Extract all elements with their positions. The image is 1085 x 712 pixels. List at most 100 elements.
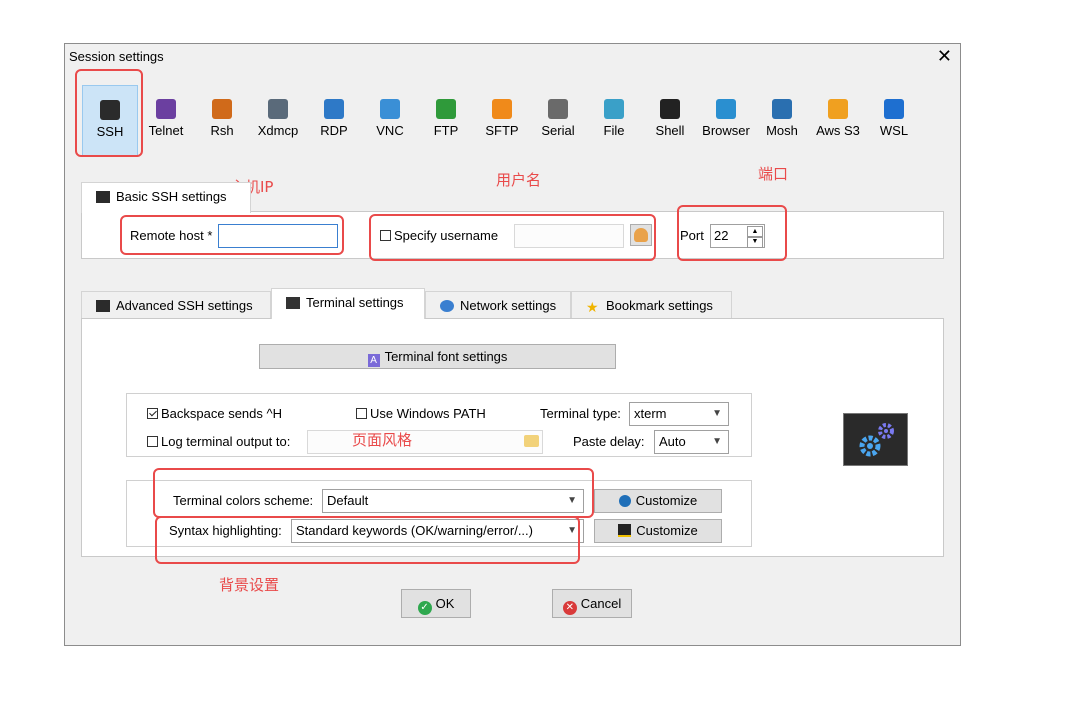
telnet-icon xyxy=(156,99,176,119)
ok-label: OK xyxy=(435,596,455,611)
tab-bookmark-settings[interactable]: ★ Bookmark settings xyxy=(571,291,732,319)
chevron-down-icon: ▼ xyxy=(712,436,722,447)
network-icon xyxy=(440,300,454,312)
protocol-browser[interactable]: Browser xyxy=(698,85,754,157)
chevron-down-icon: ▼ xyxy=(712,408,722,419)
protocol-ftp[interactable]: FTP xyxy=(418,85,474,157)
protocol-label: Aws S3 xyxy=(816,123,860,138)
protocol-label: SFTP xyxy=(485,123,519,138)
protocol-label: RDP xyxy=(320,123,348,138)
annotation-box-syntax xyxy=(155,516,580,564)
tab-basic-ssh-settings[interactable]: Basic SSH settings xyxy=(81,182,251,213)
sftp-icon xyxy=(492,99,512,119)
paste-delay-value: Auto xyxy=(659,434,686,449)
annotation-background: 背景设置 xyxy=(219,576,280,594)
windows-path-label: Use Windows PATH xyxy=(370,406,486,421)
paste-delay-select[interactable]: Auto ▼ xyxy=(654,430,729,454)
protocol-label: FTP xyxy=(433,123,459,138)
protocol-label: WSL xyxy=(879,123,909,138)
gear-icon xyxy=(859,423,894,457)
tab-label: Advanced SSH settings xyxy=(116,298,253,313)
font-button-label: Terminal font settings xyxy=(384,349,508,364)
protocol-telnet[interactable]: Telnet xyxy=(138,85,194,157)
key-icon xyxy=(96,191,110,203)
protocol-vnc[interactable]: VNC xyxy=(362,85,418,157)
terminal-type-label: Terminal type: xyxy=(540,406,621,421)
terminal-type-select[interactable]: xterm ▼ xyxy=(629,402,729,426)
paste-delay-label: Paste delay: xyxy=(573,434,645,449)
terminal-font-settings-button[interactable]: A Terminal font settings xyxy=(259,344,616,369)
protocol-aws-s3[interactable]: Aws S3 xyxy=(810,85,866,157)
cancel-icon: ✕ xyxy=(562,601,577,615)
annotation-box-username xyxy=(369,214,656,261)
log-output-label: Log terminal output to: xyxy=(161,434,291,449)
protocol-rdp[interactable]: RDP xyxy=(306,85,362,157)
tab-terminal-settings[interactable]: Terminal settings xyxy=(271,288,425,319)
protocol-mosh[interactable]: Mosh xyxy=(754,85,810,157)
protocol-label: Rsh xyxy=(210,123,234,138)
windows-path-checkbox[interactable]: Use Windows PATH xyxy=(356,406,486,421)
shell-icon xyxy=(660,99,680,119)
annotation-username: 用户名 xyxy=(496,171,542,189)
backspace-checkbox[interactable]: Backspace sends ^H xyxy=(147,406,282,421)
tab-label: Bookmark settings xyxy=(606,298,713,313)
ok-button[interactable]: ✓ OK xyxy=(401,589,471,618)
window-title: Session settings xyxy=(69,49,164,64)
cancel-label: Cancel xyxy=(580,596,622,611)
cancel-button[interactable]: ✕ Cancel xyxy=(552,589,632,618)
protocol-xdmcp[interactable]: Xdmcp xyxy=(250,85,306,157)
checkbox[interactable] xyxy=(356,408,367,419)
vnc-icon xyxy=(380,99,400,119)
protocol-shell[interactable]: Shell xyxy=(642,85,698,157)
customize-colors-button[interactable]: Customize xyxy=(594,489,722,513)
protocol-serial[interactable]: Serial xyxy=(530,85,586,157)
rsh-icon xyxy=(212,99,232,119)
font-icon: A xyxy=(367,354,380,367)
customize-label: Customize xyxy=(635,493,698,508)
terminal-icon xyxy=(286,297,300,309)
close-button[interactable]: ✕ xyxy=(937,46,952,66)
serial-icon xyxy=(548,99,568,119)
terminal-type-value: xterm xyxy=(634,406,667,421)
mosh-icon xyxy=(772,99,792,119)
palette-icon xyxy=(618,495,631,507)
protocol-label: Serial xyxy=(541,123,575,138)
rdp-icon xyxy=(324,99,344,119)
protocol-label: Mosh xyxy=(766,123,798,138)
tab-label: Basic SSH settings xyxy=(116,189,227,204)
protocol-label: Xdmcp xyxy=(257,123,299,138)
annotation-box-ssh xyxy=(75,69,143,157)
protocol-toolbar: SSH Telnet Rsh Xdmcp RDP VNC FTP SFTP Serial File… xyxy=(82,85,942,157)
tab-label: Terminal settings xyxy=(306,295,404,310)
tab-advanced-ssh-settings[interactable]: Advanced SSH settings xyxy=(81,291,271,319)
annotation-page-style: 页面风格 xyxy=(352,431,413,449)
protocol-label: Telnet xyxy=(148,123,184,138)
protocol-rsh[interactable]: Rsh xyxy=(194,85,250,157)
key-icon xyxy=(96,300,110,312)
backspace-label: Backspace sends ^H xyxy=(161,406,282,421)
browser-icon xyxy=(716,99,736,119)
customize-label: Customize xyxy=(636,523,698,538)
annotation-box-remote-host xyxy=(120,215,344,255)
log-output-input[interactable] xyxy=(307,430,543,454)
protocol-file[interactable]: File xyxy=(586,85,642,157)
annotation-port: 端口 xyxy=(758,165,789,183)
ftp-icon xyxy=(436,99,456,119)
log-output-checkbox[interactable]: Log terminal output to: xyxy=(147,434,290,449)
folder-icon[interactable] xyxy=(524,435,539,447)
syntax-icon xyxy=(618,524,632,537)
protocol-label: VNC xyxy=(376,123,404,138)
tab-label: Network settings xyxy=(460,298,557,313)
customize-syntax-button[interactable]: Customize xyxy=(594,519,722,543)
protocol-sftp[interactable]: SFTP xyxy=(474,85,530,157)
tab-network-settings[interactable]: Network settings xyxy=(425,291,571,319)
terminal-options-group: Backspace sends ^H Use Windows PATH Term… xyxy=(126,393,752,457)
annotation-box-colors xyxy=(153,468,594,518)
protocol-label: Shell xyxy=(655,123,685,138)
check-icon: ✓ xyxy=(417,601,432,615)
protocol-label: Browser xyxy=(702,123,750,138)
checkbox-checked[interactable] xyxy=(147,408,158,419)
checkbox[interactable] xyxy=(147,436,158,447)
advanced-terminal-gear-icon[interactable] xyxy=(843,413,908,466)
protocol-wsl[interactable]: WSL xyxy=(866,85,922,157)
